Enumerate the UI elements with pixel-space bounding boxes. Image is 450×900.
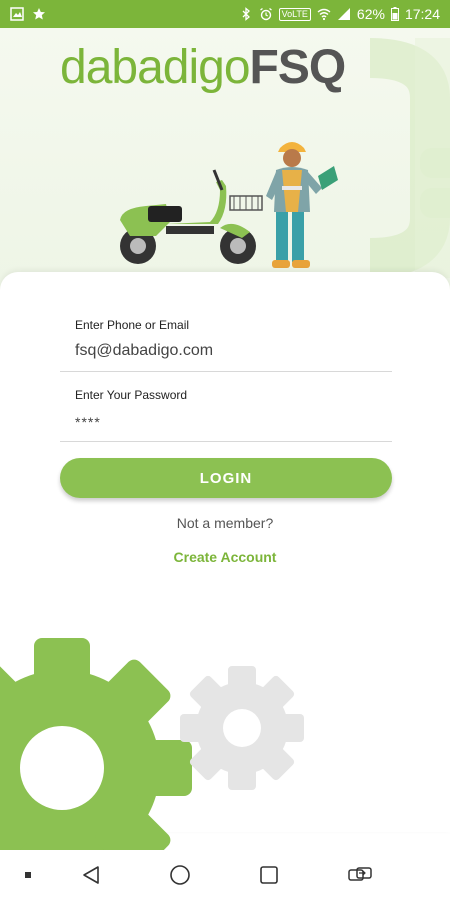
- dot-icon: [25, 872, 31, 878]
- dot-button[interactable]: [15, 862, 41, 888]
- logo-text-fsq: FSQ: [249, 41, 347, 94]
- home-button[interactable]: [167, 862, 193, 888]
- app-logo: dabadigoFSQ: [60, 41, 347, 94]
- status-bar: VoLTE 62% 17:24: [0, 0, 450, 28]
- gears-decoration: [0, 638, 304, 850]
- switch-apps-icon: [348, 867, 372, 881]
- battery-icon: [390, 7, 399, 21]
- status-right: VoLTE 62% 17:24: [239, 6, 440, 22]
- email-input[interactable]: [75, 338, 392, 364]
- bluetooth-icon: [242, 7, 250, 21]
- wifi-icon: [317, 8, 331, 21]
- worker-illustration: [266, 142, 338, 268]
- star-icon: [33, 8, 45, 20]
- password-input[interactable]: [75, 410, 392, 434]
- battery-percent: 62%: [356, 6, 385, 22]
- status-left: [10, 7, 46, 21]
- hero-banner: dabadigoFSQ: [0, 28, 450, 290]
- gear-gray-icon: [180, 666, 304, 790]
- clock: 17:24: [404, 6, 440, 22]
- password-label: Enter Your Password: [75, 388, 188, 402]
- not-member-text: Not a member?: [176, 515, 274, 531]
- home-icon: [170, 865, 190, 885]
- recents-icon: [260, 866, 278, 884]
- logo-text-dabadigo: dabadigo: [60, 41, 251, 94]
- create-account-link[interactable]: Create Account: [0, 549, 450, 565]
- back-button[interactable]: [78, 862, 104, 888]
- recents-button[interactable]: [256, 862, 282, 888]
- nav-bar: [0, 850, 450, 900]
- login-button[interactable]: LOGIN: [60, 458, 392, 498]
- gallery-icon: [10, 7, 24, 21]
- volte-badge: VoLTE: [278, 7, 311, 21]
- scooter-illustration: [120, 169, 263, 264]
- switch-apps-button[interactable]: [347, 862, 373, 888]
- password-field[interactable]: Enter Your Password: [60, 388, 392, 442]
- alarm-icon: [259, 7, 272, 21]
- signal-icon: [337, 8, 350, 20]
- back-icon: [83, 866, 99, 884]
- email-field[interactable]: Enter Phone or Email: [60, 318, 392, 372]
- email-label: Enter Phone or Email: [75, 318, 190, 332]
- gear-green-icon: [0, 638, 192, 850]
